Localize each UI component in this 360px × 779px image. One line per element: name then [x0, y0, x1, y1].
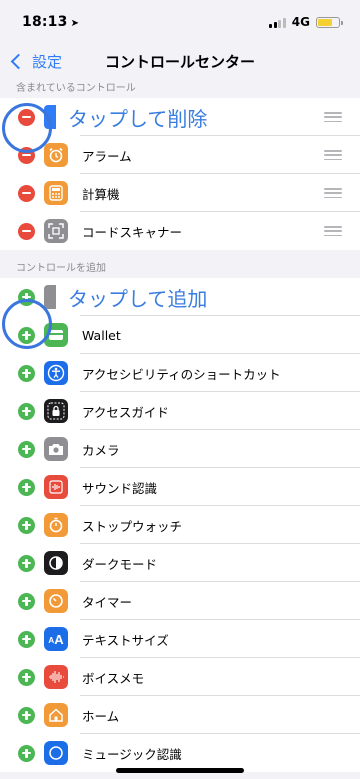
- remove-button[interactable]: [18, 184, 35, 202]
- remove-button[interactable]: [18, 222, 35, 240]
- camera-icon: [44, 437, 68, 461]
- location-arrow-icon: ➤: [70, 18, 80, 29]
- back-button[interactable]: 設定: [10, 44, 62, 78]
- add-button[interactable]: [18, 706, 35, 724]
- dark-mode-icon: [44, 551, 68, 575]
- stopwatch-icon: [44, 513, 68, 537]
- row-label: コードスキャナー: [82, 224, 183, 240]
- calculator-icon: [44, 181, 68, 205]
- home-icon: [44, 703, 68, 727]
- qr-code-icon: [44, 219, 68, 243]
- add-row-dark-mode[interactable]: ダークモード: [0, 544, 360, 582]
- network-type: 4G: [291, 15, 310, 29]
- included-row-code-scanner[interactable]: コードスキャナー: [0, 212, 360, 250]
- row-label: アクセスガイド: [82, 404, 169, 420]
- hint-tap-to-add: タップして追加: [68, 286, 208, 311]
- add-row-sound-recognition[interactable]: サウンド認識: [0, 468, 360, 506]
- timer-icon: [44, 589, 68, 613]
- add-button[interactable]: [18, 668, 35, 686]
- signal-strength-icon: [269, 17, 286, 28]
- included-controls-list: タップして削除 アラーム 計算機 コードスキャナー: [0, 98, 360, 250]
- status-time: 18:13 ➤: [22, 14, 80, 30]
- remove-button[interactable]: [18, 108, 35, 126]
- add-row-accessibility-shortcut[interactable]: アクセシビリティのショートカット: [0, 354, 360, 392]
- included-row-flashlight[interactable]: タップして削除: [0, 98, 360, 136]
- row-label: Wallet: [82, 327, 121, 343]
- row-label: ミュージック認識: [82, 746, 182, 762]
- row-label: アラーム: [82, 148, 132, 164]
- add-button[interactable]: [18, 516, 35, 534]
- row-label: サウンド認識: [82, 480, 158, 496]
- flashlight-icon: [44, 105, 56, 129]
- voice-memo-icon: [44, 665, 68, 689]
- battery-icon: [316, 16, 343, 28]
- apple-tv-remote-icon: [44, 285, 56, 309]
- add-button[interactable]: [18, 592, 35, 610]
- add-row-music-recognition[interactable]: ミュージック認識: [0, 734, 360, 772]
- reorder-handle-icon[interactable]: [324, 112, 342, 122]
- row-label: ストップウォッチ: [82, 518, 183, 534]
- sound-recognition-icon: [44, 475, 68, 499]
- add-button[interactable]: [18, 478, 35, 496]
- navigation-bar: 設定 コントロールセンター: [0, 44, 360, 78]
- section-header-included: 含まれているコントロール: [16, 83, 136, 94]
- back-label: 設定: [32, 52, 63, 71]
- row-label: カメラ: [82, 442, 120, 458]
- add-row-voice-memo[interactable]: ボイスメモ: [0, 658, 360, 696]
- add-row-home[interactable]: ホーム: [0, 696, 360, 734]
- add-row-stopwatch[interactable]: ストップウォッチ: [0, 506, 360, 544]
- add-button[interactable]: [18, 288, 35, 306]
- status-indicators: 4G: [269, 15, 343, 29]
- status-bar: 18:13 ➤ 4G: [0, 0, 360, 44]
- alarm-clock-icon: [44, 143, 68, 167]
- row-label: 計算機: [82, 186, 120, 202]
- add-button[interactable]: [18, 440, 35, 458]
- section-header-add: コントロールを追加: [16, 263, 106, 274]
- reorder-handle-icon[interactable]: [324, 150, 342, 160]
- wallet-icon: [44, 323, 68, 347]
- chevron-left-icon: [10, 53, 27, 69]
- text-size-icon: AA: [44, 627, 68, 651]
- hint-tap-to-remove: タップして削除: [68, 106, 208, 131]
- music-recognition-icon: [44, 741, 68, 765]
- add-button[interactable]: [18, 554, 35, 572]
- row-label: ダークモード: [82, 556, 158, 572]
- add-controls-list: タップして追加 Wallet アクセシビリティのショートカット アクセスガイド …: [0, 278, 360, 772]
- row-label: アクセシビリティのショートカット: [82, 366, 281, 382]
- add-button[interactable]: [18, 744, 35, 762]
- page-title: コントロールセンター: [104, 52, 255, 71]
- reorder-handle-icon[interactable]: [324, 226, 342, 236]
- add-button[interactable]: [18, 326, 35, 344]
- add-row-timer[interactable]: タイマー: [0, 582, 360, 620]
- add-row-text-size[interactable]: AA テキストサイズ: [0, 620, 360, 658]
- reorder-handle-icon[interactable]: [324, 188, 342, 198]
- remove-button[interactable]: [18, 146, 35, 164]
- row-label: ホーム: [82, 708, 120, 724]
- accessibility-icon: [44, 361, 68, 385]
- add-row-wallet[interactable]: Wallet: [0, 316, 360, 354]
- home-indicator: [116, 768, 244, 773]
- add-row-camera[interactable]: カメラ: [0, 430, 360, 468]
- row-label: テキストサイズ: [82, 632, 169, 648]
- add-row-apple-tv-remote[interactable]: タップして追加: [0, 278, 360, 316]
- included-row-calculator[interactable]: 計算機: [0, 174, 360, 212]
- add-button[interactable]: [18, 630, 35, 648]
- included-row-alarm[interactable]: アラーム: [0, 136, 360, 174]
- add-row-guided-access[interactable]: アクセスガイド: [0, 392, 360, 430]
- add-button[interactable]: [18, 402, 35, 420]
- lock-icon: [44, 399, 68, 423]
- add-button[interactable]: [18, 364, 35, 382]
- row-label: タイマー: [82, 594, 133, 610]
- row-label: ボイスメモ: [82, 670, 145, 686]
